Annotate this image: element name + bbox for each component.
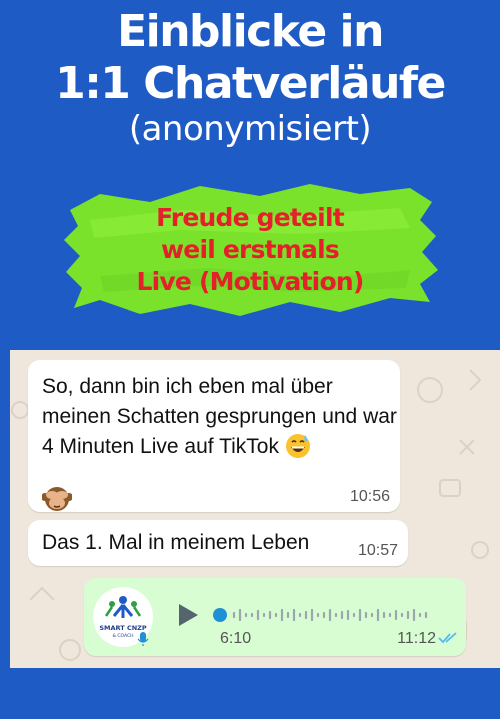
waveform-bars (232, 608, 428, 622)
banner-line-2: weil erstmals (161, 235, 340, 264)
highlight-banner: Freude geteilt weil erstmals Live (Motiv… (60, 180, 440, 320)
read-receipt-icon (438, 632, 457, 644)
avatar-text: SMART CNZP (99, 624, 147, 632)
banner-text: Freude geteilt weil erstmals Live (Motiv… (60, 202, 440, 298)
headline-line-3: (anonymisiert) (128, 109, 372, 149)
play-icon[interactable] (176, 602, 200, 628)
voice-message-bubble[interactable]: SMART CNZP & COACH 6:10 11:12 (84, 578, 466, 656)
sender-avatar-logo: SMART CNZP & COACH (93, 587, 153, 647)
banner-line-1: Freude geteilt (156, 203, 345, 232)
message-time-1: 10:56 (349, 488, 390, 505)
message-time-2: 10:57 (357, 542, 398, 559)
grinning-sweat-emoji (285, 434, 310, 458)
voice-waveform[interactable] (212, 604, 452, 626)
message-bubble-1[interactable]: So, dann bin ich eben mal über meinen Sc… (28, 360, 400, 512)
voice-message-time: 11:12 (397, 630, 436, 647)
headline: Einblicke in 1:1 Chatverläufe (anonymisi… (0, 6, 500, 148)
message-bubble-2[interactable]: Das 1. Mal in meinem Leben 10:57 (28, 520, 408, 566)
chat-screenshot: So, dann bin ich eben mal über meinen Sc… (10, 350, 500, 668)
headline-line-1: Einblicke in (117, 6, 384, 57)
avatar-subtext: & COACH (112, 633, 133, 639)
see-no-evil-monkey-emoji (42, 487, 72, 511)
voice-duration: 6:10 (220, 630, 252, 647)
message-text-2: Das 1. Mal in meinem Leben (42, 531, 310, 554)
headline-line-2: 1:1 Chatverläufe (55, 58, 446, 109)
banner-line-3: Live (Motivation) (136, 267, 365, 296)
playback-position-dot[interactable] (213, 608, 227, 622)
message-text-1: So, dann bin ich eben mal über meinen Sc… (42, 375, 397, 458)
